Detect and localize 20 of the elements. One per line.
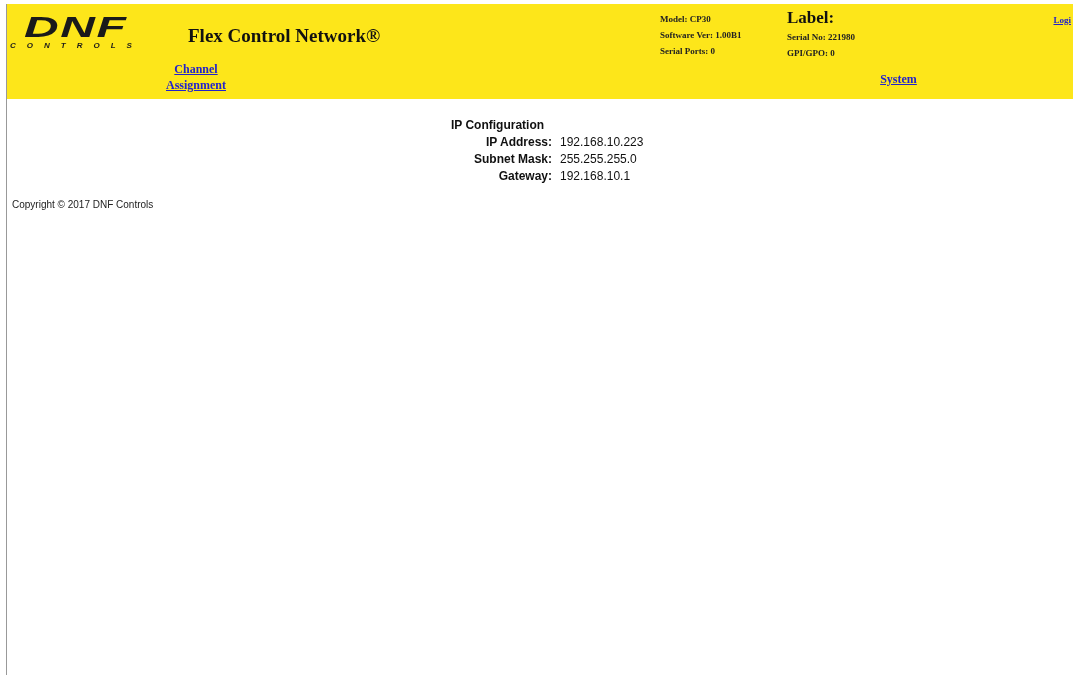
nav-link[interactable]: System bbox=[880, 72, 917, 86]
device-info: Serial Ports: 0 bbox=[660, 46, 716, 56]
field-label: IP Address: bbox=[484, 135, 552, 149]
section-title: IP Configuration bbox=[451, 118, 546, 132]
device-info: Serial No: 221980 bbox=[787, 32, 855, 42]
device-info: Software Ver: 1.00B1 bbox=[660, 30, 743, 40]
device-info: Model: CP30 bbox=[660, 14, 712, 24]
device-label: Label: bbox=[787, 9, 836, 26]
nav-link[interactable]: Channel Assignment bbox=[156, 61, 236, 93]
app-title: Flex Control Network® bbox=[188, 25, 381, 47]
login-link[interactable]: Logi bbox=[1053, 15, 1071, 60]
field-value: 255.255.255.0 bbox=[560, 152, 638, 166]
field-value: 192.168.10.1 bbox=[560, 169, 632, 183]
field-value: 192.168.10.223 bbox=[560, 135, 645, 149]
copyright-text: Copyright © 2017 DNF Controls bbox=[12, 199, 155, 210]
field-label: Subnet Mask: bbox=[473, 152, 552, 166]
field-label: Gateway: bbox=[497, 169, 552, 183]
logo-mark: DNF bbox=[24, 14, 129, 40]
device-info: GPI/GPO: 0 bbox=[787, 48, 836, 58]
logo-tagline: CONTROLS bbox=[10, 41, 144, 50]
